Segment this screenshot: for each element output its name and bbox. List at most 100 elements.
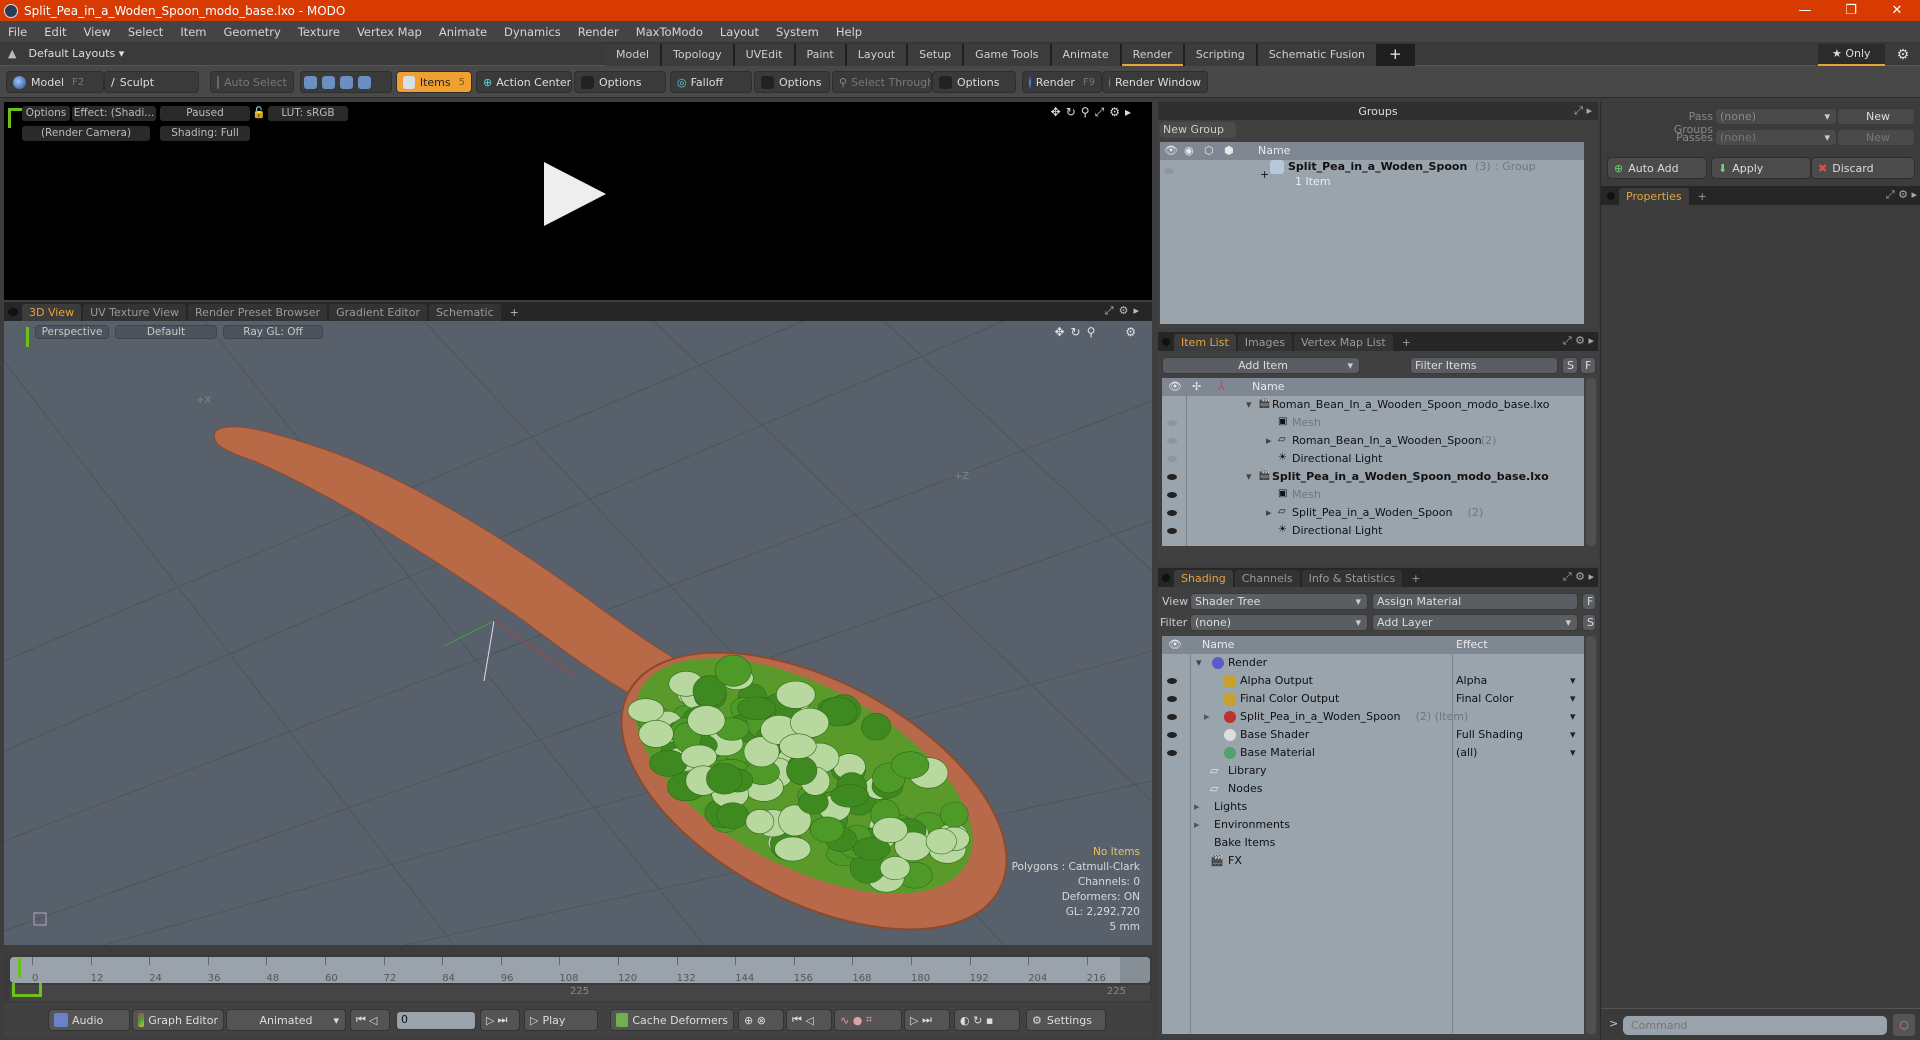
action-center-button[interactable]: ⊕ Action Center [476,71,572,93]
select-through-button[interactable]: ⚲ Select Through [832,71,932,93]
items-mode-button[interactable]: Items 5 [396,71,472,93]
settings-button[interactable]: ⚙ Settings [1026,1009,1106,1031]
menu-render[interactable]: Render [578,25,619,39]
add-tab-button[interactable]: + [1404,570,1427,587]
preview-pause-button[interactable]: Paused [160,106,250,121]
shader-row[interactable]: Bake Items [1162,834,1584,852]
tab-info-statistics[interactable]: Info & Statistics [1301,570,1403,587]
record-icon[interactable]: ● [853,1014,863,1027]
materials-mode-icon[interactable] [358,75,371,89]
chevron-down-icon[interactable]: ▾ [1570,674,1576,687]
collapse-triangle-icon[interactable]: ▾ [1246,470,1252,483]
panel-settings-icon[interactable]: ⤢ ⚙ ▸ [1563,334,1594,348]
menu-select[interactable]: Select [128,25,163,39]
add-item-dropdown[interactable]: Add Item [1162,357,1360,374]
tab-channels[interactable]: Channels [1234,570,1300,587]
menu-vertex-map[interactable]: Vertex Map [357,25,422,39]
menu-geometry[interactable]: Geometry [224,25,281,39]
key-tool-3-icon[interactable]: ▪ [986,1014,993,1027]
preview-options-button[interactable]: Options [22,106,70,121]
raygl-toggle[interactable]: Ray GL: Off [223,325,323,339]
tab-uv-texture-view[interactable]: UV Texture View [83,304,187,321]
render-window-button[interactable]: Render Window [1102,71,1208,93]
step-back-icon[interactable]: ◁ [369,1014,380,1027]
auto-add-button[interactable]: ⊕ Auto Add [1607,157,1707,179]
shader-row[interactable]: ▸ Environments [1162,816,1584,834]
pass-groups-dropdown[interactable]: (none) [1715,108,1837,125]
layout-tab-game-tools[interactable]: Game Tools [964,44,1050,66]
prev-key-small-icon[interactable]: ◁ [805,1014,813,1027]
tab-schematic[interactable]: Schematic [429,304,501,321]
filter-dropdown[interactable]: (none) [1190,614,1368,631]
tab-gradient-editor[interactable]: Gradient Editor [329,304,427,321]
expand-arrow-icon[interactable]: ▸ [1125,105,1136,119]
shader-row[interactable]: Final Color Output Final Color ▾ [1162,690,1584,708]
collapse-up-icon[interactable]: ▲ [8,47,16,60]
chevron-down-icon[interactable]: ▾ [1570,728,1576,741]
lut-dropdown[interactable]: LUT: sRGB [268,106,348,121]
model-mode-button[interactable]: Model F2 [6,71,104,93]
timeline-range-bar[interactable]: 225 225 [10,985,1150,1001]
expand-triangle-icon[interactable]: ▸ [1266,506,1272,519]
new-pass-group-button[interactable]: New [1837,108,1915,125]
item-row[interactable]: ▣ Mesh [1162,414,1584,432]
pan-icon[interactable]: ✥ [1054,325,1070,339]
shader-row[interactable]: 🎬 FX [1162,852,1584,870]
rotate-icon[interactable]: ↻ [1071,325,1087,339]
tab-shading[interactable]: Shading [1174,570,1233,587]
add-tab-button[interactable]: + [1395,334,1418,351]
panel-settings-icon[interactable]: ⤢ ⚙ ▸ [1563,570,1594,584]
layout-tab-topology[interactable]: Topology [662,44,733,66]
expand-triangle-icon[interactable]: ▸ [1194,818,1200,831]
add-tab-button[interactable]: + [503,304,526,321]
filter-items-input[interactable]: Filter Items [1410,357,1558,374]
select-through-options-button[interactable]: Options [932,71,1016,93]
layout-tab-uvedit[interactable]: UVEdit [734,44,794,66]
preview-effect-dropdown[interactable]: Effect: (Shadi... [72,106,156,121]
close-button[interactable]: ✕ [1874,0,1920,21]
key-tool-1-icon[interactable]: ◐ [960,1014,970,1027]
visibility-toggle[interactable] [1167,510,1177,516]
polygons-mode-icon[interactable] [340,75,353,89]
effect-value[interactable]: Alpha [1456,674,1487,687]
visibility-toggle[interactable] [1167,456,1177,462]
layout-tab-setup[interactable]: Setup [908,44,963,66]
command-history-icon[interactable]: ○ [1893,1014,1915,1036]
item-row[interactable]: ▸ ▱ Roman_Bean_In_a_Wooden_Spoon (2) [1162,432,1584,450]
item-row[interactable]: ☀ Directional Light [1162,522,1584,540]
menu-edit[interactable]: Edit [44,25,66,39]
only-toggle[interactable]: ★ Only [1818,44,1885,66]
render-camera-dropdown[interactable]: (Render Camera) [22,126,150,141]
shading-dropdown[interactable]: Shading: Full [160,126,250,141]
sculpt-mode-button[interactable]: / Sculpt [104,71,199,93]
shader-row[interactable]: ▱ Library [1162,762,1584,780]
frame-input[interactable]: 0 [396,1011,476,1030]
go-to-start-icon[interactable]: ⏮ [356,1013,369,1027]
projection-dropdown[interactable]: Perspective [35,325,109,339]
timeline-ruler[interactable]: 0 12 24 36 48 60 72 84 96 108 120 132 144 156 168 180 19… [10,957,1150,984]
new-pass-button[interactable]: New [1837,129,1915,146]
item-row[interactable]: ▾ 🎬 Roman_Bean_In_a_Wooden_Spoon_modo_base… [1162,396,1584,414]
tab-item-list[interactable]: Item List [1174,334,1236,351]
menu-help[interactable]: Help [836,25,862,39]
shader-row[interactable]: ▸ Split_Pea_in_a_Woden_Spoon (2) (Item) ▾ [1162,708,1584,726]
gear-icon[interactable]: ⚙ [1119,304,1134,317]
layout-tab-model[interactable]: Model [605,44,661,66]
menu-item[interactable]: Item [180,25,206,39]
audio-button[interactable]: Audio [48,1009,130,1031]
passes-dropdown[interactable]: (none) [1715,129,1837,146]
assign-material-button[interactable]: Assign Material [1372,593,1578,610]
menu-maxtomodo[interactable]: MaxToModo [636,25,703,39]
chevron-down-icon[interactable]: ▾ [1570,746,1576,759]
item-row[interactable]: ▾ 🎬 Split_Pea_in_a_Woden_Spoon_modo_base.l… [1162,468,1584,486]
add-tab-button[interactable]: + [1691,188,1714,205]
effect-value[interactable]: (all) [1456,746,1477,759]
play-button[interactable]: ▷ Play [524,1009,598,1031]
view-dropdown[interactable]: Shader Tree [1190,593,1368,610]
play-render-icon[interactable] [544,162,606,226]
lock-icon[interactable]: 🔓 [252,106,266,119]
layout-tab-layout[interactable]: Layout [846,44,907,66]
add-layout-tab-button[interactable]: + [1378,44,1413,66]
layout-tab-render[interactable]: Render [1121,44,1183,66]
command-input[interactable] [1623,1016,1887,1035]
